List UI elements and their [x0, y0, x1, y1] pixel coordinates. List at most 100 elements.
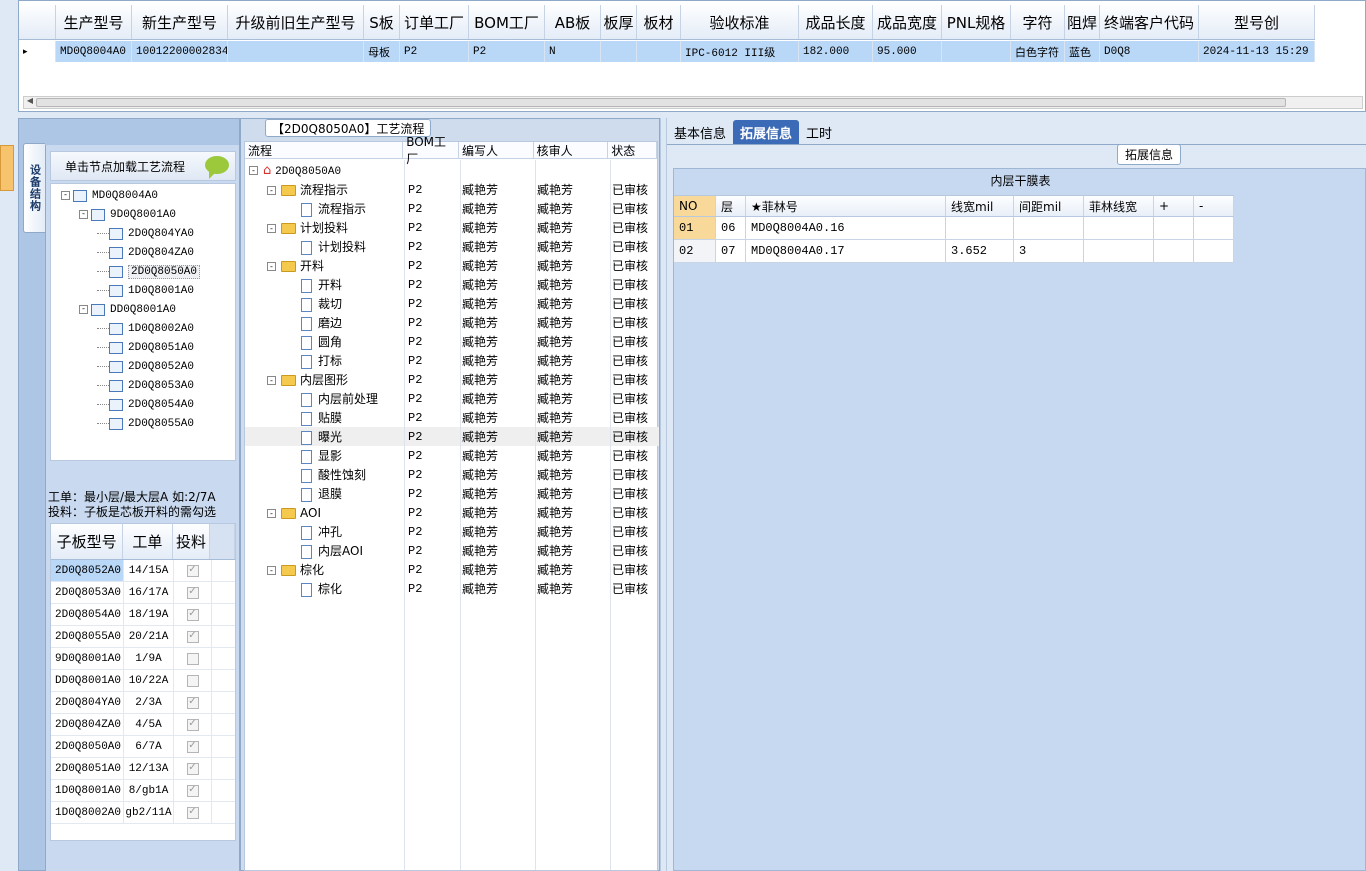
process-row[interactable]: 酸性蚀刻 P2 臧艳芳 臧艳芳 已审核	[245, 465, 659, 484]
row-indicator[interactable]: ▸	[19, 41, 56, 62]
column-header[interactable]: 流程	[245, 142, 404, 158]
work-order-cell[interactable]: 6/7A	[124, 736, 174, 757]
collapse-icon[interactable]: -	[249, 166, 258, 175]
table-cell[interactable]	[942, 41, 1011, 62]
column-header[interactable]: BOM工厂	[469, 5, 545, 39]
column-header[interactable]: S板	[364, 5, 400, 39]
column-header[interactable]: 投料	[173, 524, 211, 559]
work-order-cell[interactable]: 12/13A	[124, 758, 174, 779]
table-cell[interactable]: 母板	[364, 41, 400, 62]
process-row[interactable]: 裁切 P2 臧艳芳 臧艳芳 已审核	[245, 294, 659, 313]
process-row[interactable]: - 计划投料 P2 臧艳芳 臧艳芳 已审核	[245, 218, 659, 237]
work-order-cell[interactable]: 18/19A	[124, 604, 174, 625]
collapse-icon[interactable]: -	[267, 224, 276, 233]
table-row[interactable]: 2D0Q804ZA0 4/5A ✓	[51, 714, 235, 736]
table-cell[interactable]: 白色字符	[1011, 41, 1065, 62]
feed-checkbox[interactable]: ✓	[186, 762, 199, 775]
tree-node[interactable]: 2D0Q8052A0	[97, 357, 194, 376]
tree-node[interactable]: - MD0Q8004A0	[61, 186, 158, 205]
sub-board-cell[interactable]: 2D0Q8052A0	[51, 560, 124, 581]
table-cell[interactable]	[946, 217, 1014, 239]
tab-0[interactable]: 基本信息	[667, 120, 733, 144]
sub-board-cell[interactable]: 2D0Q804ZA0	[51, 714, 124, 735]
table-row[interactable]: 01 06 MD0Q8004A0.16	[674, 217, 1234, 240]
sub-board-cell[interactable]: 9D0Q8001A0	[51, 648, 124, 669]
column-header[interactable]: 验收标准	[681, 5, 799, 39]
column-header[interactable]: 菲林线宽	[1084, 196, 1154, 216]
process-row[interactable]: 磨边 P2 臧艳芳 臧艳芳 已审核	[245, 313, 659, 332]
tab-2[interactable]: 工时	[799, 120, 839, 144]
process-row[interactable]: 棕化 P2 臧艳芳 臧艳芳 已审核	[245, 579, 659, 598]
table-cell[interactable]: D0Q8	[1100, 41, 1199, 62]
process-row[interactable]: 内层AOI P2 臧艳芳 臧艳芳 已审核	[245, 541, 659, 560]
table-cell[interactable]: P2	[400, 41, 469, 62]
feed-cell[interactable]: ✓	[174, 604, 212, 625]
sub-board-cell[interactable]: 2D0Q8050A0	[51, 736, 124, 757]
horizontal-scrollbar[interactable]: ◀	[23, 96, 1363, 109]
work-order-cell[interactable]: 16/17A	[124, 582, 174, 603]
table-cell[interactable]	[1194, 217, 1234, 239]
process-row[interactable]: 流程指示 P2 臧艳芳 臧艳芳 已审核	[245, 199, 659, 218]
tree-node[interactable]: 2D0Q8050A0	[97, 262, 201, 281]
tree-node[interactable]: 2D0Q8054A0	[97, 395, 194, 414]
table-row[interactable]: 2D0Q8052A0 14/15A ✓	[51, 560, 235, 582]
column-header[interactable]: 工单	[123, 524, 173, 559]
process-row[interactable]: 圆角 P2 臧艳芳 臧艳芳 已审核	[245, 332, 659, 351]
vertical-tab-structure[interactable]: 设备结构	[23, 143, 45, 233]
panel-splitter[interactable]	[660, 118, 667, 871]
column-header[interactable]: 订单工厂	[400, 5, 469, 39]
collapse-icon[interactable]: -	[79, 210, 88, 219]
column-header[interactable]: ★菲林号	[746, 196, 946, 216]
feed-cell[interactable]: ✓	[174, 582, 212, 603]
column-header[interactable]: BOM工厂	[403, 135, 459, 166]
column-header[interactable]: 层	[716, 196, 746, 216]
feed-cell[interactable]: ✓	[174, 758, 212, 779]
feed-checkbox[interactable]: ✓	[186, 696, 199, 709]
feed-cell[interactable]: ✓	[174, 736, 212, 757]
sub-board-cell[interactable]: 2D0Q8054A0	[51, 604, 124, 625]
table-cell[interactable]	[228, 41, 364, 62]
collapse-icon[interactable]: -	[267, 508, 276, 518]
collapse-icon[interactable]: -	[61, 191, 70, 200]
process-row[interactable]: - 内层图形 P2 臧艳芳 臧艳芳 已审核	[245, 370, 659, 389]
feed-cell[interactable]	[174, 670, 212, 691]
sub-board-cell[interactable]: 1D0Q8001A0	[51, 780, 124, 801]
sub-board-cell[interactable]: 1D0Q8002A0	[51, 802, 124, 823]
feed-checkbox[interactable]: ✓	[186, 564, 199, 577]
tab-1[interactable]: 拓展信息	[733, 120, 800, 144]
table-row[interactable]: 2D0Q8055A0 20/21A ✓	[51, 626, 235, 648]
column-header[interactable]: 字符	[1011, 5, 1065, 39]
process-row[interactable]: 开料 P2 臧艳芳 臧艳芳 已审核	[245, 275, 659, 294]
column-header[interactable]: AB板	[545, 5, 601, 39]
work-order-cell[interactable]: gb2/11A	[124, 802, 174, 823]
table-cell[interactable]	[1084, 217, 1154, 239]
table-cell[interactable]	[1084, 240, 1154, 262]
sub-board-cell[interactable]: 2D0Q8051A0	[51, 758, 124, 779]
process-row[interactable]: - 开料 P2 臧艳芳 臧艳芳 已审核	[245, 256, 659, 275]
work-order-cell[interactable]: 1/9A	[124, 648, 174, 669]
table-row[interactable]: 2D0Q804YA0 2/3A ✓	[51, 692, 235, 714]
feed-checkbox[interactable]: ✓	[186, 608, 199, 621]
feed-checkbox[interactable]	[186, 674, 199, 687]
tree-node[interactable]: 1D0Q8002A0	[97, 319, 194, 338]
table-row[interactable]: 02 07 MD0Q8004A0.17 3.652 3	[674, 240, 1234, 263]
process-row[interactable]: 退膜 P2 臧艳芳 臧艳芳 已审核	[245, 484, 659, 503]
table-cell[interactable]: 2024-11-13 15:29	[1199, 41, 1315, 62]
column-header[interactable]: 状态	[608, 142, 657, 158]
column-header[interactable]: NO	[674, 196, 716, 216]
column-header[interactable]: 成品长度	[799, 5, 873, 39]
work-order-cell[interactable]: 10/22A	[124, 670, 174, 691]
feed-checkbox[interactable]: ✓	[186, 740, 199, 753]
table-cell[interactable]: 07	[716, 240, 746, 262]
table-row[interactable]: 1D0Q8001A0 8/gb1A ✓	[51, 780, 235, 802]
tree-node[interactable]: 2D0Q8055A0	[97, 414, 194, 433]
table-cell[interactable]: 182.000	[799, 41, 873, 62]
table-cell[interactable]	[637, 41, 681, 62]
sub-board-cell[interactable]: DD0Q8001A0	[51, 670, 124, 691]
work-order-cell[interactable]: 2/3A	[124, 692, 174, 713]
table-cell[interactable]	[601, 41, 637, 62]
process-row[interactable]: 计划投料 P2 臧艳芳 臧艳芳 已审核	[245, 237, 659, 256]
table-cell[interactable]	[1014, 217, 1084, 239]
table-cell[interactable]: 06	[716, 217, 746, 239]
work-order-cell[interactable]: 8/gb1A	[124, 780, 174, 801]
